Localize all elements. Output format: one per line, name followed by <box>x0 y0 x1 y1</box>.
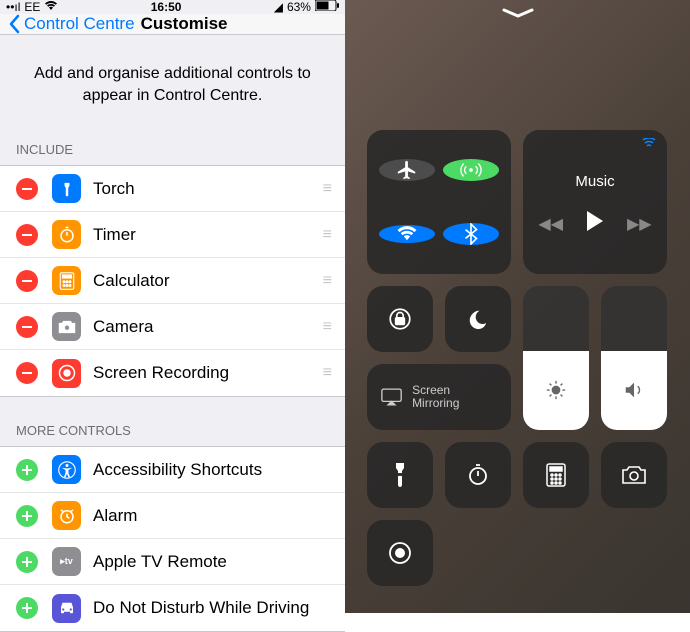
page-description: Add and organise additional controls to … <box>0 35 345 134</box>
location-icon: ◢ <box>274 0 283 14</box>
calculator-icon <box>52 266 81 295</box>
forward-icon[interactable]: ▶▶ <box>627 214 652 234</box>
appletv-icon: ▸tv <box>52 547 81 576</box>
remove-button[interactable] <box>16 270 38 292</box>
connectivity-card[interactable] <box>367 130 511 274</box>
drag-handle[interactable]: ≡ <box>323 318 329 336</box>
remove-button[interactable] <box>16 316 38 338</box>
item-label: Screen Recording <box>93 363 323 383</box>
wifi-toggle[interactable] <box>379 225 435 243</box>
torch-tile[interactable] <box>367 442 433 508</box>
item-label: Accessibility Shortcuts <box>93 460 329 480</box>
play-icon[interactable] <box>585 210 605 237</box>
item-label: Apple TV Remote <box>93 552 329 572</box>
nav-bar: Control Centre Customise <box>0 14 345 35</box>
section-more-header: MORE CONTROLS <box>0 415 345 446</box>
item-label: Torch <box>93 179 323 199</box>
rewind-icon[interactable]: ◀◀ <box>538 214 563 234</box>
back-button[interactable]: Control Centre <box>8 14 135 34</box>
add-button[interactable] <box>16 551 38 573</box>
item-label: Alarm <box>93 506 329 526</box>
drag-handle[interactable]: ≡ <box>323 226 329 244</box>
settings-pane: ••ıl EE 16:50 ◢ 63% Control Centre Custo… <box>0 0 345 613</box>
add-button[interactable] <box>16 505 38 527</box>
record-icon <box>52 359 81 388</box>
list-item: Alarm <box>0 493 345 539</box>
alarm-icon <box>52 501 81 530</box>
drag-handle[interactable]: ≡ <box>323 272 329 290</box>
item-label: Timer <box>93 225 323 245</box>
calculator-tile[interactable] <box>523 442 589 508</box>
airplay-icon <box>641 138 657 157</box>
list-item: Do Not Disturb While Driving <box>0 585 345 631</box>
carrier-label: EE <box>24 0 40 14</box>
list-item: ▸tv Apple TV Remote <box>0 539 345 585</box>
cellular-toggle[interactable] <box>443 159 499 181</box>
brightness-slider[interactable] <box>523 286 589 430</box>
add-button[interactable] <box>16 597 38 619</box>
remove-button[interactable] <box>16 224 38 246</box>
status-bar: ••ıl EE 16:50 ◢ 63% <box>0 0 345 14</box>
signal-icon: ••ıl <box>6 0 20 14</box>
orientation-lock-tile[interactable] <box>367 286 433 352</box>
back-label: Control Centre <box>24 14 135 34</box>
list-item: Screen Recording ≡ <box>0 350 345 396</box>
more-list: Accessibility Shortcuts Alarm ▸tv Apple … <box>0 446 345 632</box>
volume-slider[interactable] <box>601 286 667 430</box>
timer-icon <box>52 220 81 249</box>
accessibility-icon <box>52 455 81 484</box>
battery-label: 63% <box>287 0 311 14</box>
include-list: Torch ≡ Timer ≡ Calculator ≡ Camera ≡ Sc… <box>0 165 345 397</box>
camera-icon <box>52 312 81 341</box>
music-label: Music <box>575 173 614 190</box>
item-label: Do Not Disturb While Driving <box>93 598 329 618</box>
timer-tile[interactable] <box>445 442 511 508</box>
drag-handle[interactable]: ≡ <box>323 364 329 382</box>
chevron-down-icon[interactable] <box>500 6 536 24</box>
torch-icon <box>52 174 81 203</box>
airplane-toggle[interactable] <box>379 159 435 181</box>
dnd-driving-icon <box>52 594 81 623</box>
screen-mirroring-tile[interactable]: Screen Mirroring <box>367 364 511 430</box>
dnd-tile[interactable] <box>445 286 511 352</box>
list-item: Timer ≡ <box>0 212 345 258</box>
item-label: Camera <box>93 317 323 337</box>
list-item: Calculator ≡ <box>0 258 345 304</box>
remove-button[interactable] <box>16 362 38 384</box>
add-button[interactable] <box>16 459 38 481</box>
time-label: 16:50 <box>151 0 182 14</box>
camera-tile[interactable] <box>601 442 667 508</box>
wifi-icon <box>44 0 58 14</box>
list-item: Accessibility Shortcuts <box>0 447 345 493</box>
section-include-header: INCLUDE <box>0 134 345 165</box>
drag-handle[interactable]: ≡ <box>323 180 329 198</box>
screen-mirroring-label: Screen Mirroring <box>412 384 497 410</box>
screen-record-tile[interactable] <box>367 520 433 586</box>
battery-icon <box>315 0 339 14</box>
control-centre-pane: Music ◀◀ ▶▶ Screen Mirroring <box>345 0 690 613</box>
remove-button[interactable] <box>16 178 38 200</box>
list-item: Camera ≡ <box>0 304 345 350</box>
item-label: Calculator <box>93 271 323 291</box>
music-card[interactable]: Music ◀◀ ▶▶ <box>523 130 667 274</box>
list-item: Torch ≡ <box>0 166 345 212</box>
page-title: Customise <box>141 14 228 34</box>
bluetooth-toggle[interactable] <box>443 223 499 245</box>
